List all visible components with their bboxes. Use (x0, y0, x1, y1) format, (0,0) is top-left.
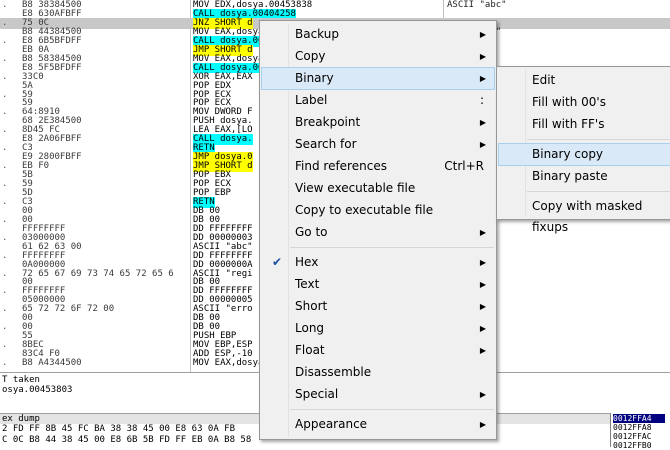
menu-item-copy[interactable]: Copy ▶ (262, 46, 494, 67)
stack-row[interactable]: 0012FFA4 (613, 414, 665, 423)
menu-item-label[interactable]: Label: (262, 90, 494, 111)
menu-item-special[interactable]: Special ▶ (262, 384, 494, 405)
menu-item-label: Disassemble (295, 365, 372, 379)
submenu-arrow-icon: ▶ (479, 420, 486, 429)
submenu-item-binary-copy[interactable]: Binary copy (498, 143, 670, 166)
menu-item-label: Fill with FF's (532, 117, 605, 131)
menu-item-binary[interactable]: Binary ▶ (261, 67, 495, 90)
submenu-item-binary-paste[interactable]: Binary paste (499, 166, 670, 187)
menu-item-label: Copy with masked fixups (532, 199, 643, 234)
submenu-item-fill-with-00-s[interactable]: Fill with 00's (499, 92, 670, 113)
menu-item-label: Long (295, 321, 325, 335)
submenu-arrow-icon: ▶ (479, 390, 486, 399)
menu-item-shortcut: : (479, 93, 484, 107)
submenu-item-edit[interactable]: Edit (499, 70, 670, 91)
submenu-arrow-icon: ▶ (479, 140, 486, 149)
menu-item-label: Text (295, 277, 320, 291)
info-line: osya.00453803 (2, 385, 73, 395)
stack-row[interactable]: 0012FFA8 (613, 423, 665, 432)
dump-line[interactable]: 2 FD FF 8B 45 FC BA 38 38 45 00 E8 63 0A… (2, 424, 235, 435)
menu-item-short[interactable]: Short ▶ (262, 296, 494, 317)
binary-submenu: Edit Fill with 00's Fill with FF's Binary c… (496, 66, 670, 234)
menu-item-label: Binary copy (532, 147, 604, 161)
menu-item-label: Find references (295, 159, 387, 173)
menu-item-label: Float (295, 343, 325, 357)
submenu-item-fill-with-ff-s[interactable]: Fill with FF's (499, 114, 670, 135)
menu-separator (290, 409, 494, 410)
menu-separator (527, 139, 670, 140)
menu-item-label: Go to (295, 225, 328, 239)
submenu-item-copy-with-masked-fixups[interactable]: Copy with masked fixups (499, 196, 670, 234)
menu-item-label: Fill with 00's (532, 95, 606, 109)
submenu-arrow-icon: ▶ (479, 346, 486, 355)
checkmark-icon: ✔ (272, 255, 283, 269)
submenu-arrow-icon: ▶ (479, 30, 486, 39)
menu-item-label: Binary (295, 71, 334, 85)
menu-item-label: Label (295, 93, 328, 107)
submenu-arrow-icon: ▶ (479, 228, 486, 237)
submenu-arrow-icon: ▶ (479, 280, 486, 289)
menu-item-label: Binary paste (532, 169, 608, 183)
menu-item-label: View executable file (295, 181, 416, 195)
stack-pane[interactable]: 0012FFA4 0012FFA8 0012FFAC 0012FFB0 (610, 413, 670, 450)
submenu-arrow-icon: ▶ (479, 302, 486, 311)
menu-item-label: Appearance (295, 417, 368, 431)
menu-item-backup[interactable]: Backup ▶ (262, 24, 494, 45)
menu-item-go-to[interactable]: Go to ▶ (262, 222, 494, 243)
menu-item-copy-to-executable-file[interactable]: Copy to executable file (262, 200, 494, 221)
menu-item-float[interactable]: Float ▶ (262, 340, 494, 361)
menu-item-label: Backup (295, 27, 339, 41)
menu-item-label: Short (295, 299, 328, 313)
menu-item-breakpoint[interactable]: Breakpoint ▶ (262, 112, 494, 133)
menu-separator (290, 247, 494, 248)
menu-item-label: Search for (295, 137, 357, 151)
menu-item-label: Copy (295, 49, 326, 63)
hex-bytes: B8 A4344500 (22, 358, 82, 368)
menu-item-label: Hex (295, 255, 319, 269)
stack-row[interactable]: 0012FFB0 (613, 441, 665, 450)
menu-separator (527, 191, 670, 192)
submenu-arrow-icon: ▶ (479, 52, 486, 61)
context-menu: Backup ▶ Copy ▶ Binary ▶ Label: Breakpoint ▶ Sear… (259, 20, 497, 440)
menu-item-label: Breakpoint (295, 115, 361, 129)
menu-item-text[interactable]: Text ▶ (262, 274, 494, 295)
submenu-arrow-icon: ▶ (479, 258, 486, 267)
menu-item-appearance[interactable]: Appearance ▶ (262, 414, 494, 435)
submenu-arrow-icon: ▶ (479, 324, 486, 333)
menu-item-long[interactable]: Long ▶ (262, 318, 494, 339)
submenu-arrow-icon: ▶ (479, 118, 486, 127)
menu-item-label: Edit (532, 73, 556, 87)
menu-item-view-executable-file[interactable]: View executable file (262, 178, 494, 199)
menu-item-hex[interactable]: ✔ Hex ▶ (262, 252, 494, 273)
menu-item-search-for[interactable]: Search for ▶ (262, 134, 494, 155)
submenu-arrow-icon: ▶ (479, 74, 486, 83)
menu-item-find-references[interactable]: Find references Ctrl+R (262, 156, 494, 177)
dump-line[interactable]: C 0C B8 44 38 45 00 E8 6B 5B FD FF EB 0A… (2, 435, 251, 446)
menu-item-disassemble[interactable]: Disassemble (262, 362, 494, 383)
menu-item-label: Special (295, 387, 339, 401)
menu-item-shortcut: Ctrl+R (444, 159, 484, 173)
stack-row[interactable]: 0012FFAC (613, 432, 665, 441)
menu-item-label: Copy to executable file (295, 203, 434, 217)
row-marker: . (2, 358, 8, 368)
